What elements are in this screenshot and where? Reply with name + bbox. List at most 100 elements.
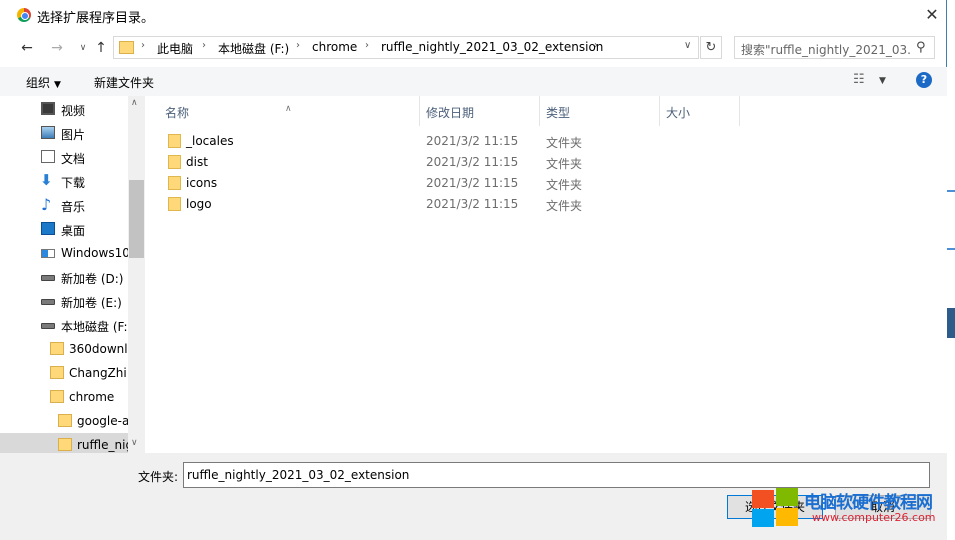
help-icon[interactable]: ? (916, 72, 932, 88)
caret-down-icon: ▼ (54, 80, 61, 90)
download-icon: ⬇ (40, 171, 53, 189)
background-accent-line (947, 248, 955, 250)
organize-label: 组织 (26, 76, 51, 90)
nav-item-google[interactable]: google-a (0, 409, 128, 433)
file-row[interactable]: icons 2021/3/2 11:15 文件夹 (145, 173, 947, 194)
breadcrumb-separator-icon: › (202, 40, 206, 51)
file-name: _locales (186, 134, 234, 148)
breadcrumb-separator-icon: › (296, 40, 300, 51)
up-button[interactable]: ↑ (91, 38, 111, 58)
recent-locations-button[interactable]: ∨ (73, 38, 93, 58)
nav-item-label: Windows10 (61, 246, 128, 260)
file-list: 名称 ∧ 修改日期 类型 大小 _locales 2021/3/2 11:15 … (145, 96, 947, 453)
folder-icon (168, 155, 181, 169)
arrow-left-icon: ← (21, 40, 33, 56)
new-folder-button[interactable]: 新建文件夹 (94, 74, 154, 91)
nav-item-drive-f[interactable]: 本地磁盘 (F:) (0, 313, 128, 337)
nav-item-changzhi[interactable]: ChangZhi (0, 361, 128, 385)
nav-item-label: 桌面 (61, 224, 86, 238)
file-date: 2021/3/2 11:15 (426, 176, 519, 190)
nav-item-drive-d[interactable]: 新加卷 (D:) (0, 265, 128, 289)
chevron-down-icon: ∨ (79, 43, 87, 53)
nav-item-label: 新加卷 (D:) (61, 272, 124, 286)
column-label: 名称 (165, 106, 190, 120)
search-icon: ⚲ (916, 40, 926, 55)
nav-item-label: 图片 (61, 128, 86, 142)
nav-item-label: 新加卷 (E:) (61, 296, 122, 310)
file-row[interactable]: logo 2021/3/2 11:15 文件夹 (145, 194, 947, 215)
nav-item-label: chrome (69, 390, 115, 404)
view-options-icon[interactable]: ☷ (853, 72, 865, 87)
folder-icon (50, 366, 64, 379)
file-type: 文件夹 (546, 157, 583, 171)
back-button[interactable]: ← (17, 38, 37, 58)
nav-item-label: ruffle_nig (77, 438, 128, 452)
file-row[interactable]: _locales 2021/3/2 11:15 文件夹 (145, 131, 947, 152)
file-name: dist (186, 155, 208, 169)
file-date: 2021/3/2 11:15 (426, 134, 519, 148)
nav-item-ruffle[interactable]: ruffle_nig (0, 433, 128, 453)
nav-item-label: 360downlo (69, 342, 128, 356)
nav-item-documents[interactable]: 文档 (0, 145, 128, 169)
watermark-url: www.computer26.com (812, 511, 936, 524)
view-caret-icon[interactable]: ▼ (879, 76, 886, 86)
nav-item-360downloads[interactable]: 360downlo (0, 337, 128, 361)
address-bar[interactable]: › 此电脑 › 本地磁盘 (F:) › chrome › ruffle_nigh… (113, 36, 699, 59)
breadcrumb-this-pc[interactable]: 此电脑 (157, 40, 193, 57)
file-name: logo (186, 197, 212, 211)
video-icon (41, 102, 55, 115)
column-header-type[interactable]: 类型 (540, 96, 660, 126)
nav-scrollbar[interactable]: ∧ ∨ (128, 96, 145, 453)
nav-item-label: 文档 (61, 152, 86, 166)
nav-item-downloads[interactable]: ⬇ 下载 (0, 169, 128, 193)
nav-item-chrome[interactable]: chrome (0, 385, 128, 409)
forward-button[interactable]: → (47, 38, 67, 58)
refresh-button[interactable]: ↻ (700, 36, 722, 59)
nav-item-label: 下载 (61, 176, 86, 190)
nav-item-videos[interactable]: 视频 (0, 97, 128, 121)
nav-item-label: 本地磁盘 (F:) (61, 320, 128, 334)
scroll-down-icon[interactable]: ∨ (131, 438, 138, 448)
command-bar: 组织 ▼ 新建文件夹 ☷ ▼ ? (0, 67, 947, 96)
music-icon: ♪ (41, 195, 52, 214)
background-window-edge (947, 0, 955, 540)
refresh-icon: ↻ (705, 40, 717, 55)
column-header-name[interactable]: 名称 ∧ (145, 96, 420, 126)
nav-item-music[interactable]: ♪ 音乐 (0, 193, 128, 217)
folder-name-value: ruffle_nightly_2021_03_02_extension (187, 468, 410, 482)
scrollbar-thumb[interactable] (129, 180, 144, 258)
column-header-modified[interactable]: 修改日期 (420, 96, 540, 126)
arrow-right-icon: → (51, 40, 63, 56)
nav-item-label: ChangZhi (69, 366, 127, 380)
desktop-icon (41, 222, 55, 235)
nav-item-desktop[interactable]: 桌面 (0, 217, 128, 241)
file-row[interactable]: dist 2021/3/2 11:15 文件夹 (145, 152, 947, 173)
nav-item-windows10[interactable]: Windows10 (0, 241, 128, 265)
search-input[interactable]: 搜索"ruffle_nightly_2021_03... ⚲ (734, 36, 935, 59)
address-dropdown-icon[interactable]: ∨ (684, 40, 691, 51)
navigation-pane: 视频 图片 文档 ⬇ 下载 ♪ 音乐 桌面 Windows10 新加卷 (D:) (0, 96, 145, 453)
background-accent-line (947, 190, 955, 192)
breadcrumb-drive-f[interactable]: 本地磁盘 (F:) (218, 40, 289, 57)
sort-ascending-icon: ∧ (285, 104, 292, 114)
scroll-up-icon[interactable]: ∧ (131, 98, 138, 108)
file-type: 文件夹 (546, 178, 583, 192)
chrome-icon (17, 8, 31, 22)
folder-icon (168, 197, 181, 211)
close-icon: ✕ (925, 5, 939, 24)
documents-icon (41, 150, 55, 163)
organize-menu-button[interactable]: 组织 ▼ (26, 74, 61, 91)
close-button[interactable]: ✕ (918, 4, 946, 26)
column-header-size[interactable]: 大小 (660, 96, 740, 126)
breadcrumb-separator-icon: › (594, 40, 598, 51)
background-accent-block (947, 308, 955, 338)
nav-item-label: google-a (77, 414, 128, 428)
search-placeholder: 搜索"ruffle_nightly_2021_03... (741, 43, 911, 57)
file-date: 2021/3/2 11:15 (426, 155, 519, 169)
nav-item-drive-e[interactable]: 新加卷 (E:) (0, 289, 128, 313)
folder-icon (58, 414, 72, 427)
breadcrumb-ruffle[interactable]: ruffle_nightly_2021_03_02_extension (381, 40, 603, 54)
nav-item-pictures[interactable]: 图片 (0, 121, 128, 145)
folder-name-input[interactable]: ruffle_nightly_2021_03_02_extension (183, 462, 930, 488)
breadcrumb-chrome[interactable]: chrome (312, 40, 357, 54)
